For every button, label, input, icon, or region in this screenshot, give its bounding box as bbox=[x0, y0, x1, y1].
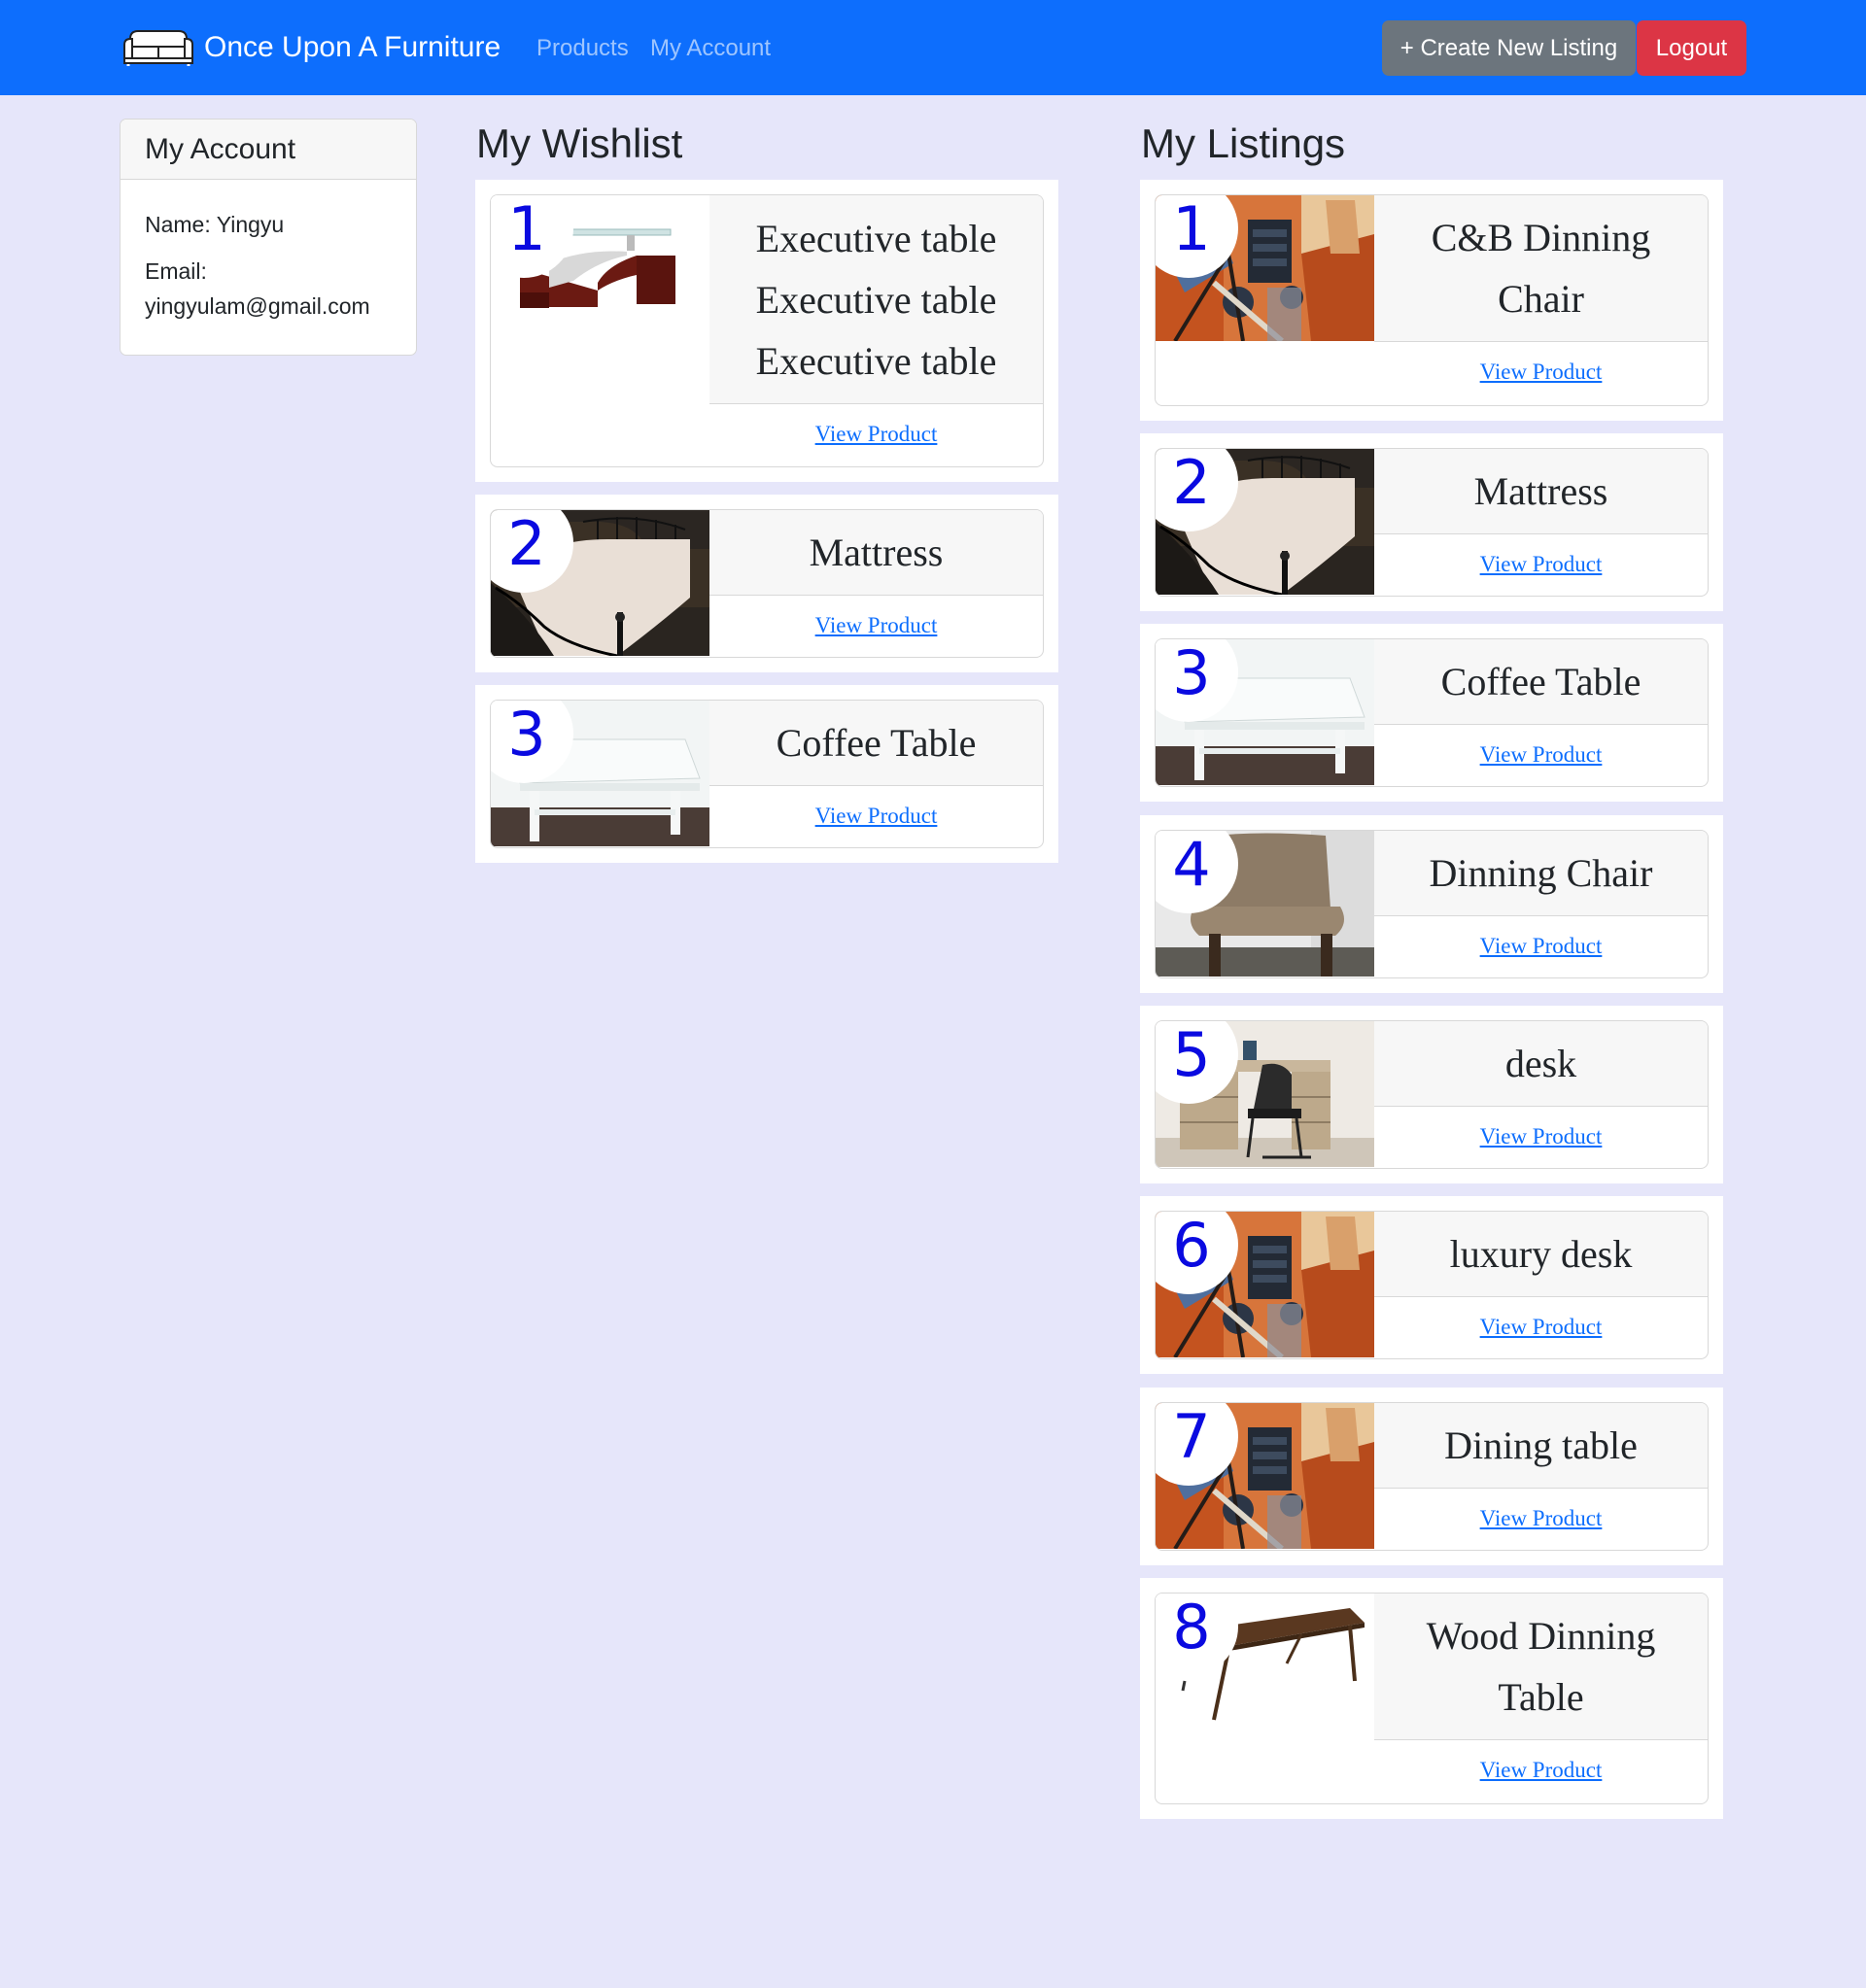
item-title: Mattress bbox=[1374, 449, 1708, 534]
account-card: My Account Name: Yingyu Email: yingyulam… bbox=[120, 119, 417, 356]
create-listing-button[interactable]: + Create New Listing bbox=[1382, 20, 1636, 76]
wishlist-heading: My Wishlist bbox=[476, 120, 683, 166]
item-number: 7 bbox=[1172, 1402, 1211, 1472]
wishlist-item-1: 1 Executive table Executive table Execut… bbox=[475, 180, 1058, 482]
item-title: Dinning Chair bbox=[1374, 831, 1708, 916]
item-number: 3 bbox=[507, 700, 546, 770]
navbar: Once Upon A Furniture Products My Accoun… bbox=[0, 0, 1866, 95]
item-title: Mattress bbox=[709, 510, 1043, 596]
listing-item-3: 3 Coffee Table View Product bbox=[1140, 624, 1723, 802]
view-product-link[interactable]: View Product bbox=[1374, 1506, 1708, 1531]
view-product-link[interactable]: View Product bbox=[709, 804, 1043, 829]
item-number: 5 bbox=[1172, 1020, 1211, 1090]
wishlist-item-3: 3 Coffee Table View Product bbox=[475, 685, 1058, 863]
view-product-link[interactable]: View Product bbox=[1374, 742, 1708, 768]
view-product-link[interactable]: View Product bbox=[1374, 360, 1708, 385]
view-product-link[interactable]: View Product bbox=[1374, 552, 1708, 577]
account-email: yingyulam@gmail.com bbox=[145, 293, 370, 319]
view-product-link[interactable]: View Product bbox=[709, 422, 1043, 447]
nav-my-account[interactable]: My Account bbox=[650, 35, 771, 62]
view-product-link[interactable]: View Product bbox=[1374, 1758, 1708, 1783]
listing-item-7: 7 Dining table View Product bbox=[1140, 1388, 1723, 1565]
brand-link[interactable]: Once Upon A Furniture bbox=[121, 25, 501, 70]
item-number: 2 bbox=[507, 509, 546, 579]
account-email-label: Email: bbox=[145, 258, 207, 284]
item-title: C&B Dinning Chair bbox=[1374, 195, 1708, 342]
listing-item-8: 8 Wood Dinning Table View Product bbox=[1140, 1578, 1723, 1819]
item-title: Coffee Table bbox=[709, 701, 1043, 786]
nav-products[interactable]: Products bbox=[536, 35, 629, 62]
listing-item-1: 1 C&B Dinning Chair View Product bbox=[1140, 180, 1723, 421]
listing-item-4: 4 Dinning Chair View Product bbox=[1140, 815, 1723, 993]
listing-item-5: 5 desk View Product bbox=[1140, 1006, 1723, 1183]
item-number: 8 bbox=[1172, 1593, 1211, 1662]
listing-item-6: 6 luxury desk View Product bbox=[1140, 1196, 1723, 1374]
item-title: Wood Dinning Table bbox=[1374, 1594, 1708, 1740]
item-number: 4 bbox=[1172, 830, 1211, 900]
wishlist-item-2: 2 Mattress View Product bbox=[475, 495, 1058, 672]
item-number: 3 bbox=[1172, 638, 1211, 708]
view-product-link[interactable]: View Product bbox=[1374, 1124, 1708, 1149]
brand-name: Once Upon A Furniture bbox=[204, 31, 501, 63]
listing-item-2: 2 Mattress View Product bbox=[1140, 433, 1723, 611]
item-number: 1 bbox=[507, 194, 546, 264]
sofa-icon bbox=[123, 30, 193, 66]
item-title: desk bbox=[1374, 1021, 1708, 1107]
view-product-link[interactable]: View Product bbox=[1374, 934, 1708, 959]
account-name: Name: Yingyu bbox=[145, 212, 285, 237]
item-title: Executive table Executive table Executiv… bbox=[709, 195, 1043, 404]
view-product-link[interactable]: View Product bbox=[709, 613, 1043, 638]
item-number: 6 bbox=[1172, 1211, 1211, 1281]
logout-button[interactable]: Logout bbox=[1637, 20, 1746, 76]
view-product-link[interactable]: View Product bbox=[1374, 1315, 1708, 1340]
listings-heading: My Listings bbox=[1141, 120, 1346, 166]
item-number: 1 bbox=[1172, 194, 1211, 264]
account-card-title: My Account bbox=[121, 120, 416, 180]
item-title: Dining table bbox=[1374, 1403, 1708, 1489]
item-title: Coffee Table bbox=[1374, 639, 1708, 725]
item-title: luxury desk bbox=[1374, 1212, 1708, 1297]
item-number: 2 bbox=[1172, 448, 1211, 518]
